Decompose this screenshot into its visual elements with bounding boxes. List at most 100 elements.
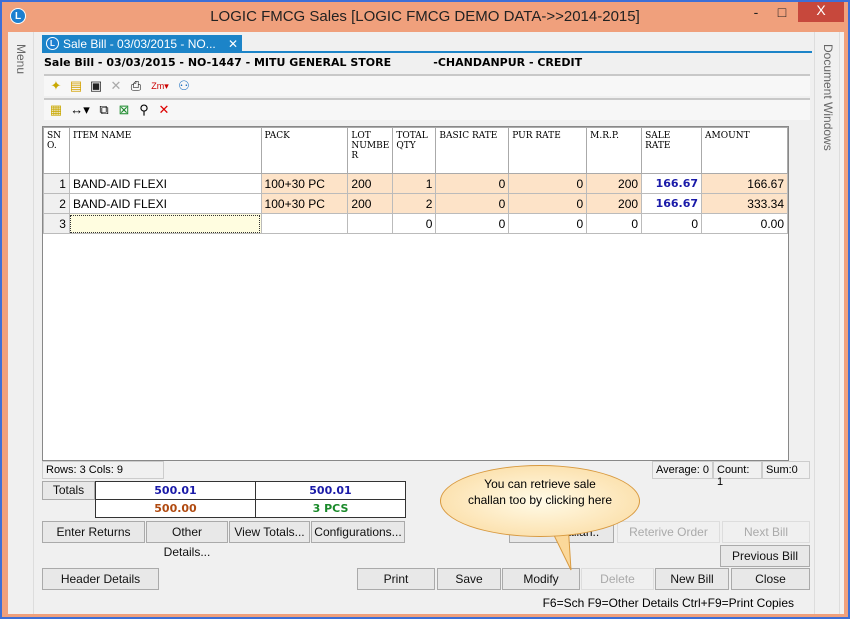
totals-label: Totals xyxy=(42,481,95,500)
grid-header-row: SN O. ITEM NAME PACK LOT NUMBE R TOTAL QTY BA… xyxy=(43,127,788,174)
menu-label: Menu xyxy=(14,44,28,75)
grid-cell[interactable]: 0 xyxy=(586,213,643,234)
grid-cell[interactable]: 0 xyxy=(435,173,510,194)
grid-cell[interactable]: 2 xyxy=(43,193,70,214)
column-header[interactable]: TOTAL QTY xyxy=(392,127,437,174)
minimize-button[interactable]: - xyxy=(742,4,770,24)
other-details-button[interactable]: Other Details... xyxy=(146,521,228,559)
maximize-button[interactable]: □ xyxy=(768,4,796,24)
sale-bill-form: Sale Bill - 03/03/2015 - NO-1447 - MITU … xyxy=(42,53,812,614)
calculator-icon[interactable]: ▦ xyxy=(48,102,64,118)
grid-cell[interactable]: 0 xyxy=(392,213,437,234)
grid-cell[interactable]: BAND-AID FLEXI xyxy=(68,173,262,194)
grid-cell[interactable]: 0 xyxy=(508,173,588,194)
grid-cell[interactable]: 200 xyxy=(347,193,394,214)
count-status: Count: 1 xyxy=(713,461,762,488)
tab-label: Sale Bill - 03/03/2015 - NO... xyxy=(63,36,216,51)
find-icon[interactable]: ⚲ xyxy=(136,102,152,118)
grid-cell[interactable]: 166.67 xyxy=(641,173,703,194)
column-header[interactable]: PACK xyxy=(260,127,349,174)
column-header[interactable]: SALE RATE xyxy=(641,127,703,174)
column-header[interactable]: PUR RATE xyxy=(508,127,588,174)
column-header[interactable]: ITEM NAME xyxy=(68,127,262,174)
column-header[interactable]: AMOUNT xyxy=(701,127,788,174)
next-bill-button[interactable]: Next Bill xyxy=(722,521,810,543)
grid-cell[interactable]: 100+30 PC xyxy=(260,193,349,214)
column-header[interactable]: LOT NUMBE R xyxy=(347,127,394,174)
grid-cell[interactable]: 1 xyxy=(43,173,70,194)
title-bar: L LOGIC FMCG Sales [LOGIC FMCG DEMO DATA… xyxy=(2,2,848,32)
delete-icon[interactable]: ✕ xyxy=(108,78,124,94)
grid-cell[interactable]: 166.67 xyxy=(701,173,788,194)
view-totals-button[interactable]: View Totals... xyxy=(229,521,310,543)
grid-cell[interactable]: 2 xyxy=(392,193,437,214)
copy-icon[interactable]: ⧉ xyxy=(96,102,112,118)
grid-cell[interactable]: 166.67 xyxy=(641,193,703,214)
grid-cell[interactable]: 200 xyxy=(347,173,394,194)
zoom-icon[interactable]: Zm▾ xyxy=(148,78,172,94)
new-icon[interactable]: ✦ xyxy=(48,78,64,94)
grid-cell[interactable]: 0 xyxy=(435,193,510,214)
users-icon[interactable]: ⚇ xyxy=(176,78,192,94)
rows-cols-status: Rows: 3 Cols: 9 xyxy=(42,461,164,479)
grid-cell[interactable]: 0 xyxy=(435,213,510,234)
average-status: Average: 0 xyxy=(652,461,713,479)
grid-cell[interactable] xyxy=(260,213,349,234)
grid-cell[interactable]: BAND-AID FLEXI xyxy=(68,193,262,214)
reterive-order-button[interactable]: Reterive Order xyxy=(617,521,720,543)
grid-cell[interactable]: 0 xyxy=(508,193,588,214)
total-qty: 3 PCS xyxy=(255,499,406,518)
window-title: LOGIC FMCG Sales [LOGIC FMCG DEMO DATA->… xyxy=(210,8,640,25)
table-row[interactable]: 1 BAND-AID FLEXI 100+30 PC 200 1 0 0 200 166.67 1… xyxy=(43,173,788,194)
print-button[interactable]: Print xyxy=(357,568,435,590)
toolbar-primary: ✦ ▤ ▣ ✕ ⎙ Zm▾ ⚇ xyxy=(44,74,810,96)
toolbar-secondary: ▦ ↔▾ ⧉ ⊠ ⚲ ✕ xyxy=(44,98,810,120)
grid-cell[interactable]: 1 xyxy=(392,173,437,194)
column-width-icon[interactable]: ↔▾ xyxy=(68,102,92,118)
tab-close-icon[interactable]: ✕ xyxy=(228,37,238,51)
tab-logo-icon: L xyxy=(46,37,59,50)
shortcut-hints: F6=Sch F9=Other Details Ctrl+F9=Print Co… xyxy=(542,596,794,610)
grid-cell[interactable]: 0 xyxy=(508,213,588,234)
total-value-2: 500.01 xyxy=(255,481,406,500)
open-icon[interactable]: ▤ xyxy=(68,78,84,94)
table-row[interactable]: 3 0 0 0 0 0 0.00 xyxy=(43,213,788,234)
cancel-icon[interactable]: ✕ xyxy=(156,102,172,118)
document-windows-strip[interactable]: Document Windows xyxy=(814,32,840,614)
document-windows-label: Document Windows xyxy=(821,44,835,151)
save-button[interactable]: Save xyxy=(437,568,501,590)
column-header[interactable]: M.R.P. xyxy=(586,127,643,174)
menu-strip[interactable]: Menu xyxy=(8,32,34,614)
close-window-button[interactable]: X xyxy=(798,2,844,22)
print-icon[interactable]: ⎙ xyxy=(128,78,144,94)
close-button[interactable]: Close xyxy=(731,568,810,590)
sum-status: Sum:0 xyxy=(762,461,810,479)
grid-cell[interactable]: 333.34 xyxy=(701,193,788,214)
grid-cell[interactable]: 0.00 xyxy=(701,213,788,234)
total-value-3: 500.00 xyxy=(95,499,256,518)
mdi-area: Menu Document Windows L Sale Bill - 03/0… xyxy=(8,32,844,614)
items-grid[interactable]: SN O. ITEM NAME PACK LOT NUMBE R TOTAL QTY BA… xyxy=(42,126,789,461)
grid-cell[interactable]: 200 xyxy=(586,193,643,214)
column-header[interactable]: BASIC RATE xyxy=(435,127,510,174)
new-bill-button[interactable]: New Bill xyxy=(655,568,729,590)
column-header[interactable]: SN O. xyxy=(43,127,70,174)
grid-cell[interactable] xyxy=(68,213,262,234)
enter-returns-button[interactable]: Enter Returns xyxy=(42,521,145,543)
previous-bill-button[interactable]: Previous Bill xyxy=(720,545,810,567)
save-icon[interactable]: ▣ xyxy=(88,78,104,94)
bill-header: Sale Bill - 03/03/2015 - NO-1447 - MITU … xyxy=(44,56,583,69)
grid-cell[interactable] xyxy=(347,213,394,234)
grid-cell[interactable]: 200 xyxy=(586,173,643,194)
tab-sale-bill[interactable]: L Sale Bill - 03/03/2015 - NO... ✕ xyxy=(42,35,242,52)
tooltip-callout: You can retrieve sale challan too by cli… xyxy=(440,465,640,537)
configurations-button[interactable]: Configurations... xyxy=(311,521,405,543)
grid-cell[interactable]: 100+30 PC xyxy=(260,173,349,194)
total-value-1: 500.01 xyxy=(95,481,256,500)
grid-cell[interactable]: 0 xyxy=(641,213,703,234)
table-row[interactable]: 2 BAND-AID FLEXI 100+30 PC 200 2 0 0 200 166.67 3… xyxy=(43,193,788,214)
grid-cell[interactable]: 3 xyxy=(43,213,70,234)
header-details-button[interactable]: Header Details xyxy=(42,568,159,590)
excel-icon[interactable]: ⊠ xyxy=(116,102,132,118)
app-window: L LOGIC FMCG Sales [LOGIC FMCG DEMO DATA… xyxy=(2,2,848,617)
